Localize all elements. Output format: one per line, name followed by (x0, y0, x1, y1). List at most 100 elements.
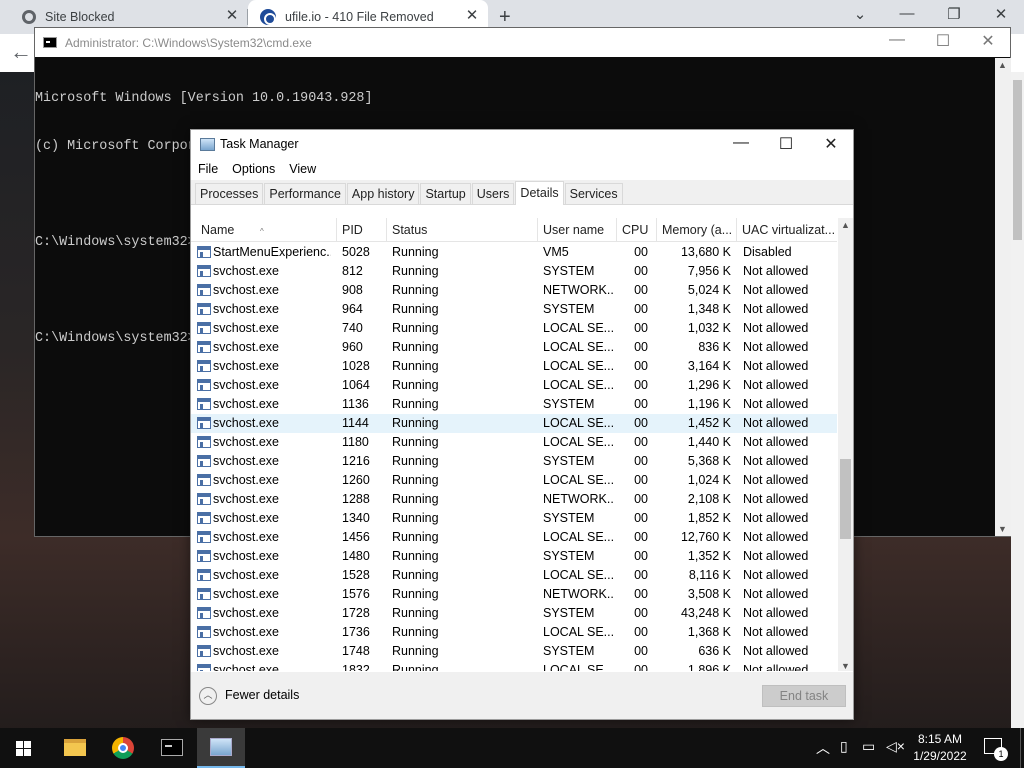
task-manager-titlebar[interactable]: Task Manager — ☐ ✕ (191, 130, 853, 158)
tab-performance[interactable]: Performance (264, 183, 346, 204)
process-memory: 3,164 K (687, 359, 731, 373)
process-memory: 636 K (698, 644, 731, 658)
column-header-user-name[interactable]: User name (538, 218, 617, 242)
new-tab-icon[interactable]: + (499, 6, 511, 29)
table-row[interactable]: svchost.exe 740 Running LOCAL SE... 00 1,032 … (191, 319, 837, 338)
table-row[interactable]: svchost.exe 1064 Running LOCAL SE... 00 1,296… (191, 376, 837, 395)
table-row[interactable]: svchost.exe 1144 Running LOCAL SE... 00 1,452… (191, 414, 837, 433)
table-row[interactable]: svchost.exe 1728 Running SYSTEM 00 43,248 K No… (191, 604, 837, 623)
process-name: svchost.exe (213, 264, 280, 278)
menu-options[interactable]: Options (232, 162, 275, 176)
process-cpu: 00 (634, 435, 648, 449)
process-pid: 812 (342, 264, 363, 278)
close-icon[interactable]: ✕ (981, 5, 1021, 23)
table-row[interactable]: svchost.exe 964 Running SYSTEM 00 1,348 K Not … (191, 300, 837, 319)
taskbar-file-explorer[interactable] (50, 728, 98, 768)
details-scrollbar[interactable]: ▲ ▼ (838, 218, 853, 671)
clock[interactable]: 8:15 AM 1/29/2022 (908, 731, 972, 765)
scroll-down-icon[interactable]: ▼ (841, 661, 850, 671)
process-icon (197, 607, 211, 619)
scroll-up-icon[interactable]: ▲ (998, 60, 1007, 70)
minimize-icon[interactable]: — (887, 5, 927, 22)
process-cpu: 00 (634, 321, 648, 335)
scroll-up-icon[interactable]: ▲ (841, 220, 850, 230)
column-header-uac[interactable]: UAC virtualizat... (737, 218, 837, 242)
tab-app-history[interactable]: App history (346, 183, 420, 204)
table-row[interactable]: svchost.exe 1576 Running NETWORK... 00 3,508 … (191, 585, 837, 604)
table-row[interactable]: svchost.exe 1216 Running SYSTEM 00 5,368 K Not… (191, 452, 837, 471)
end-task-button[interactable]: End task (762, 685, 846, 707)
process-icon (197, 664, 211, 671)
cmd-scrollbar[interactable]: ▲ ▼ (995, 58, 1011, 536)
chevron-up-icon[interactable]: ︿ (199, 687, 217, 705)
process-cpu: 00 (634, 644, 648, 658)
taskbar-cmd[interactable] (148, 728, 196, 768)
process-pid: 1288 (342, 492, 370, 506)
table-row[interactable]: svchost.exe 1136 Running SYSTEM 00 1,196 K Not… (191, 395, 837, 414)
tab-users[interactable]: Users (471, 183, 515, 204)
process-pid: 1480 (342, 549, 370, 563)
maximize-icon[interactable]: ☐ (763, 134, 809, 154)
page-scrollbar-thumb[interactable] (1013, 80, 1022, 240)
process-uac: Not allowed (743, 663, 809, 671)
menu-view[interactable]: View (289, 162, 316, 176)
tab-title: ufile.io - 410 File Removed (285, 10, 434, 24)
fewer-details-link[interactable]: Fewer details (225, 688, 299, 702)
table-row[interactable]: svchost.exe 1456 Running LOCAL SE... 00 12,76… (191, 528, 837, 547)
network-icon[interactable]: ▭ (862, 738, 875, 755)
scrollbar-thumb[interactable] (840, 459, 851, 539)
process-user: SYSTEM (543, 644, 595, 658)
table-row[interactable]: svchost.exe 1736 Running LOCAL SE... 00 1,368… (191, 623, 837, 642)
column-header-name[interactable]: Name (196, 218, 337, 242)
table-row[interactable]: svchost.exe 908 Running NETWORK... 00 5,024 K… (191, 281, 837, 300)
taskbar-task-manager[interactable] (197, 728, 245, 768)
table-row[interactable]: svchost.exe 1260 Running LOCAL SE... 00 1,024… (191, 471, 837, 490)
maximize-icon[interactable]: ☐ (923, 31, 963, 51)
table-row[interactable]: svchost.exe 1180 Running LOCAL SE... 00 1,440… (191, 433, 837, 452)
column-header-pid[interactable]: PID (337, 218, 387, 242)
table-row[interactable]: StartMenuExperienc... 5028 Running VM5 00 13,… (191, 243, 837, 262)
process-name: svchost.exe (213, 473, 280, 487)
windows-logo-icon (16, 741, 32, 757)
column-header-cpu[interactable]: CPU (617, 218, 657, 242)
process-icon (197, 303, 211, 315)
table-row[interactable]: svchost.exe 1528 Running LOCAL SE... 00 8,116… (191, 566, 837, 585)
close-icon[interactable]: ✕ (224, 8, 240, 24)
menu-file[interactable]: File (198, 162, 218, 176)
column-header-status[interactable]: Status (387, 218, 538, 242)
minimize-icon[interactable]: — (877, 31, 917, 49)
minimize-icon[interactable]: — (718, 134, 764, 152)
table-row[interactable]: svchost.exe 1832 Running LOCAL SE... 00 1,896… (191, 661, 837, 671)
table-row[interactable]: svchost.exe 960 Running LOCAL SE... 00 836 K N… (191, 338, 837, 357)
restore-icon[interactable]: ❐ (934, 5, 974, 23)
scroll-down-icon[interactable]: ▼ (998, 524, 1007, 534)
table-row[interactable]: svchost.exe 812 Running SYSTEM 00 7,956 K Not … (191, 262, 837, 281)
tablet-icon[interactable]: ▯ (840, 738, 848, 755)
close-icon[interactable]: ✕ (808, 134, 854, 154)
back-arrow-icon[interactable]: ← (10, 39, 32, 65)
chevron-up-icon[interactable]: ︿ (816, 738, 830, 758)
volume-muted-icon[interactable]: ◁× (886, 738, 905, 755)
process-icon (197, 455, 211, 467)
tab-processes[interactable]: Processes (195, 183, 264, 204)
process-cpu: 00 (634, 606, 648, 620)
tab-services[interactable]: Services (564, 183, 623, 204)
table-row[interactable]: svchost.exe 1288 Running NETWORK... 00 2,108 … (191, 490, 837, 509)
taskbar-chrome[interactable] (99, 728, 147, 768)
table-row[interactable]: svchost.exe 1028 Running LOCAL SE... 00 3,164… (191, 357, 837, 376)
chevron-down-icon[interactable]: ⌄ (840, 5, 880, 23)
process-cpu: 00 (634, 397, 648, 411)
start-button[interactable] (0, 728, 48, 768)
process-uac: Not allowed (743, 321, 809, 335)
table-row[interactable]: svchost.exe 1340 Running SYSTEM 00 1,852 K Not… (191, 509, 837, 528)
close-icon[interactable]: ✕ (968, 31, 1008, 51)
process-icon (197, 398, 211, 410)
table-row[interactable]: svchost.exe 1748 Running SYSTEM 00 636 K Not a… (191, 642, 837, 661)
column-header-memory[interactable]: Memory (a... (657, 218, 737, 242)
table-row[interactable]: svchost.exe 1480 Running SYSTEM 00 1,352 K Not… (191, 547, 837, 566)
tab-details[interactable]: Details (515, 181, 564, 205)
cmd-titlebar[interactable]: Administrator: C:\Windows\System32\cmd.e… (35, 28, 1010, 57)
tab-startup[interactable]: Startup (420, 183, 471, 204)
close-icon[interactable]: ✕ (464, 8, 480, 24)
show-desktop-button[interactable] (1020, 728, 1024, 768)
